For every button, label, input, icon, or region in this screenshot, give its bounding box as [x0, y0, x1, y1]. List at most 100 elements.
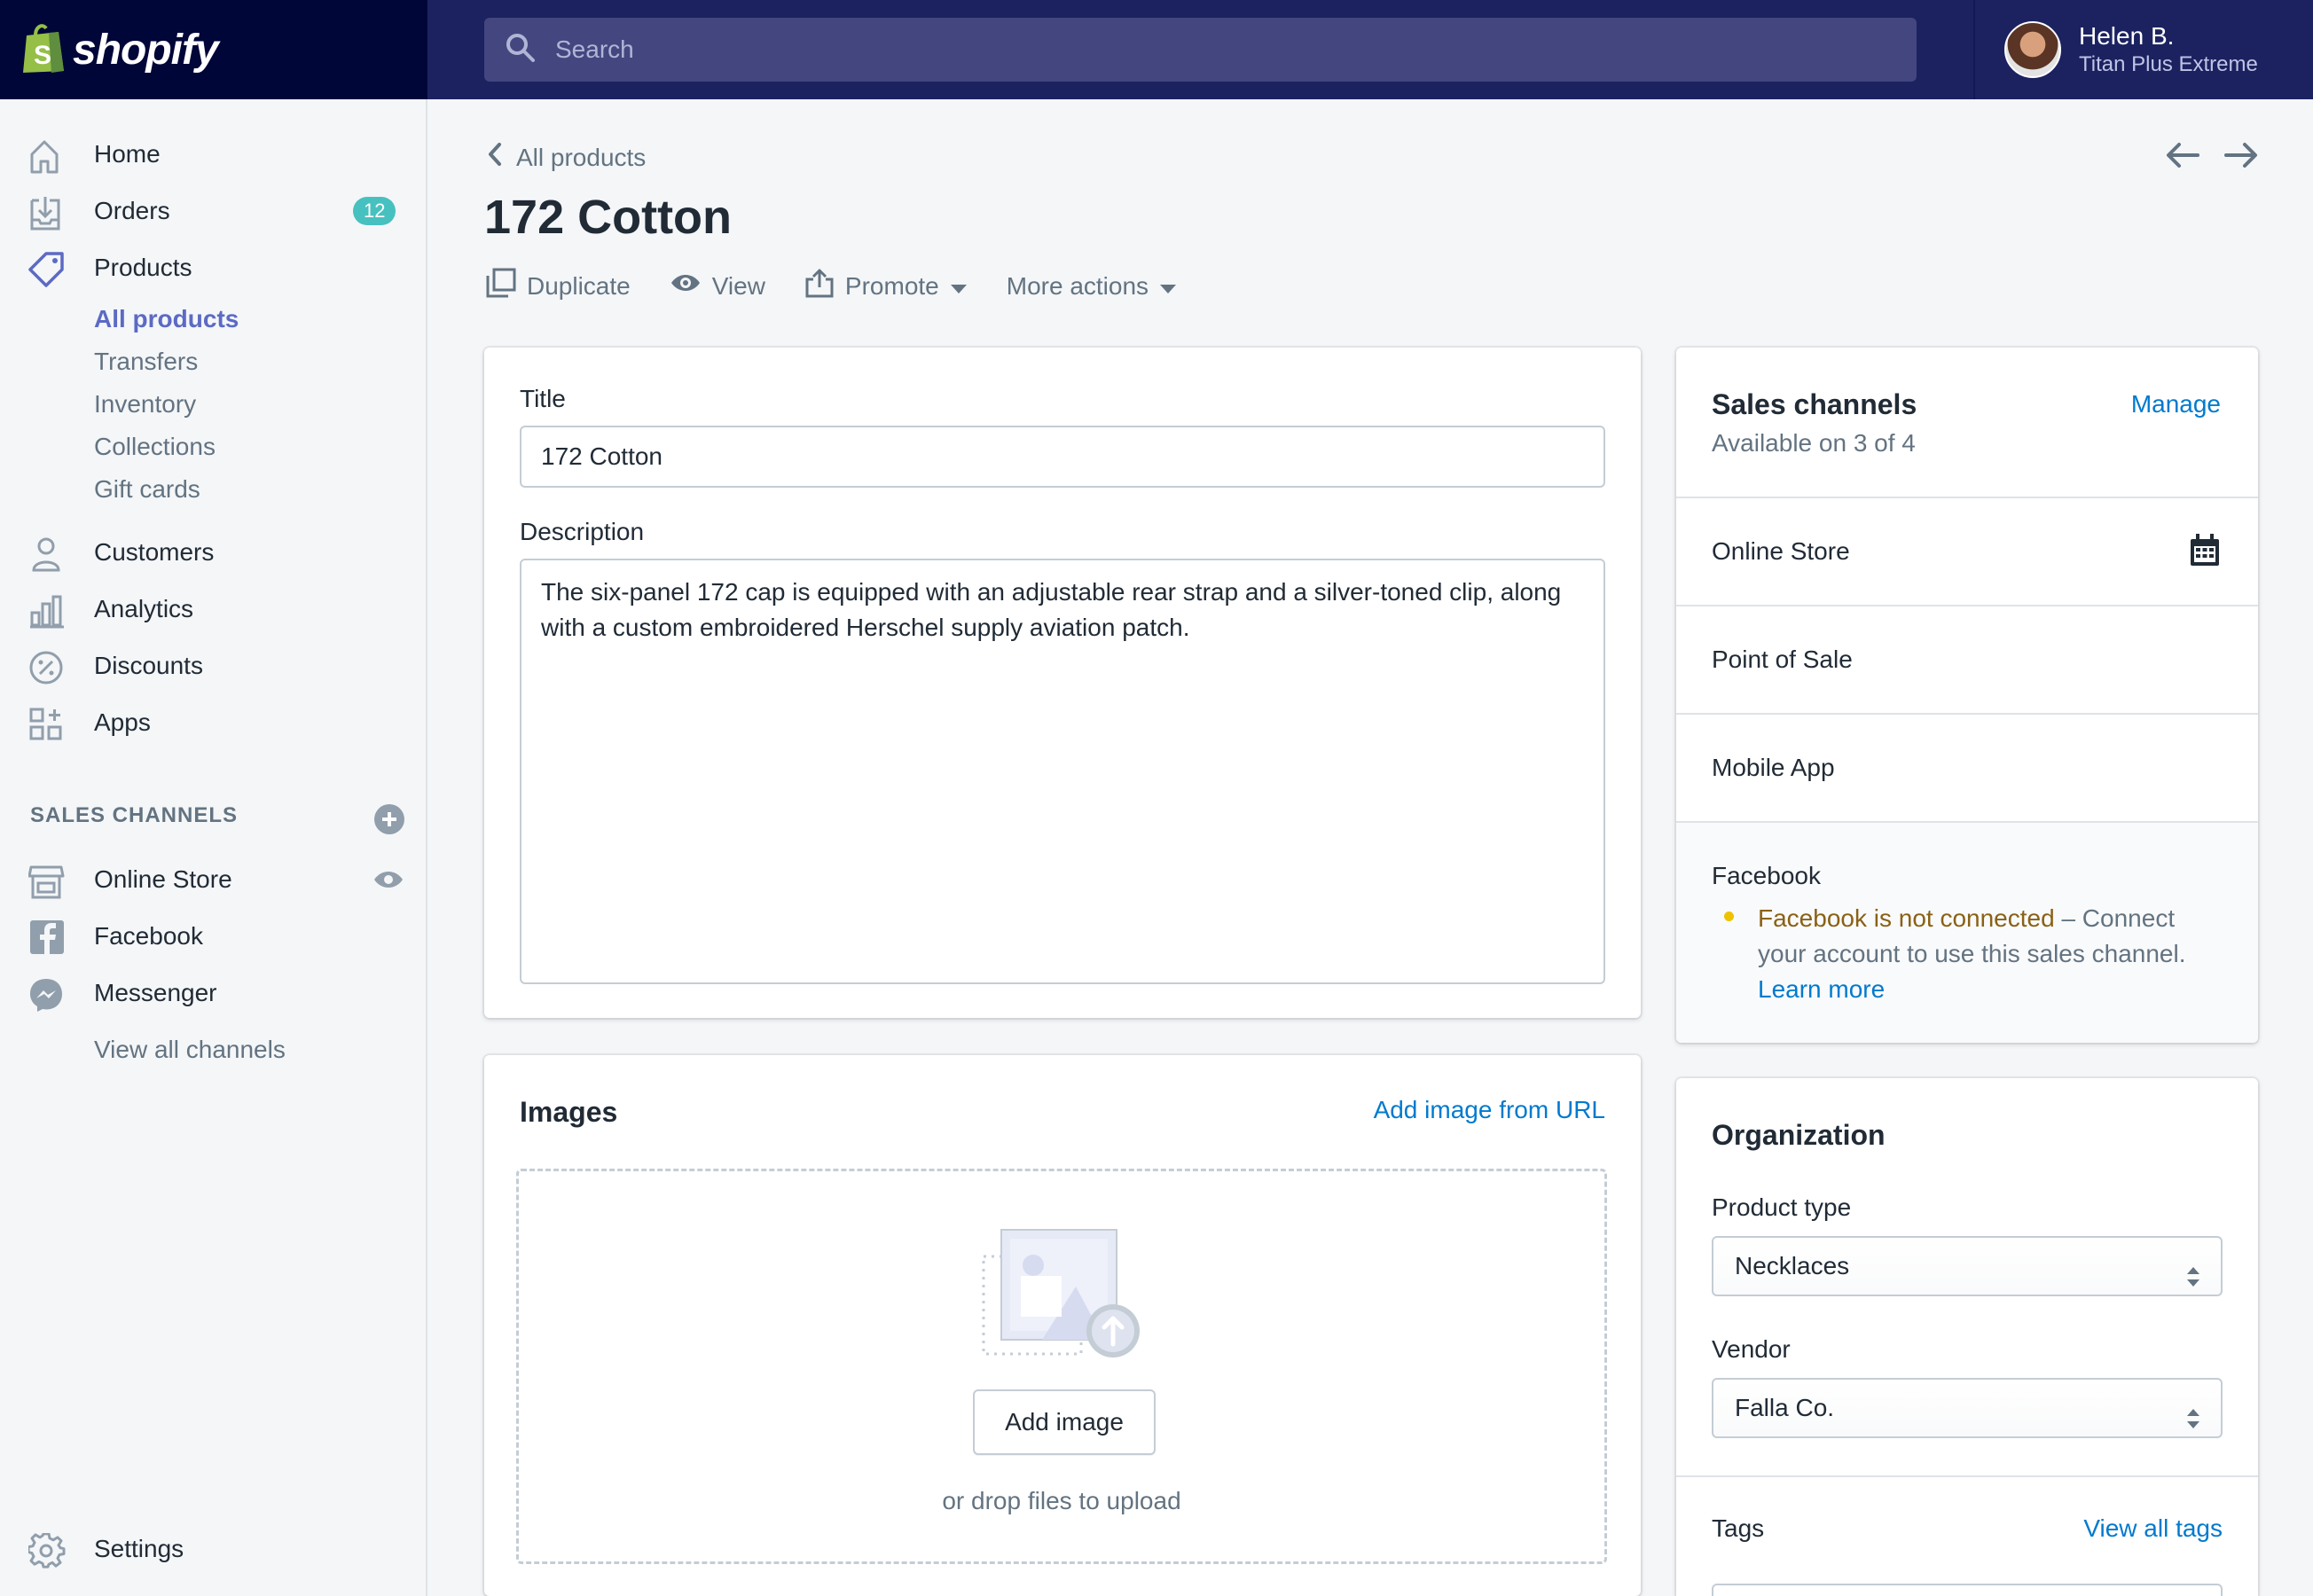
search-bar[interactable]	[484, 18, 1917, 82]
brand[interactable]: S shopify	[0, 0, 427, 99]
svg-text:S: S	[34, 41, 51, 70]
organization-divider	[1676, 1475, 2258, 1477]
page-actions: Duplicate View Promote More actions	[486, 268, 1177, 304]
view-all-channels-link[interactable]: View all channels	[94, 1036, 286, 1064]
next-product-arrow-icon[interactable]	[2224, 142, 2258, 173]
organization-title: Organization	[1712, 1119, 1886, 1151]
sidebar-item-label: Customers	[94, 538, 215, 566]
sidebar-subitem-transfers[interactable]: Transfers	[94, 348, 198, 376]
image-upload-illustration-icon	[980, 1224, 1149, 1371]
images-card: Images Add image from URL Add image or d…	[484, 1055, 1641, 1596]
sidebar-item-label: Orders	[94, 197, 170, 224]
learn-more-link[interactable]: Learn more	[1758, 975, 1885, 1003]
share-icon	[804, 268, 835, 304]
sidebar-item-label: Products	[94, 254, 192, 281]
image-dropzone[interactable]: Add image or drop files to upload	[516, 1169, 1607, 1564]
caret-down-icon	[1159, 272, 1177, 301]
sidebar-subitem-all-products[interactable]: All products	[94, 305, 239, 333]
home-icon	[28, 138, 67, 174]
sidebar-item-label: Messenger	[94, 979, 217, 1006]
breadcrumb[interactable]: All products	[486, 142, 646, 173]
sidebar-item-label: Discounts	[94, 652, 203, 679]
top-bar: S shopify Helen B. Titan Plus Extreme	[0, 0, 2313, 99]
sidebar-item-analytics[interactable]: Analytics	[0, 581, 426, 638]
description-textarea[interactable]: The six-panel 172 cap is equipped with a…	[520, 559, 1605, 984]
brand-name: shopify	[73, 26, 219, 74]
warning-dot-icon	[1724, 911, 1734, 921]
sidebar-item-settings[interactable]: Settings	[0, 1521, 426, 1577]
channel-row-facebook: Facebook Facebook is not connected – Con…	[1676, 821, 2258, 1043]
sidebar-item-orders[interactable]: Orders 12	[0, 183, 426, 239]
sidebar-item-home[interactable]: Home	[0, 126, 426, 183]
sidebar-item-discounts[interactable]: Discounts	[0, 638, 426, 694]
sidebar-subitem-collections[interactable]: Collections	[94, 433, 216, 461]
add-channel-icon[interactable]	[374, 804, 404, 834]
channel-row-point-of-sale: Point of Sale	[1676, 605, 2258, 713]
facebook-status: Facebook is not connected	[1758, 904, 2055, 932]
search-input[interactable]	[555, 35, 1886, 64]
breadcrumb-label: All products	[516, 143, 647, 171]
percent-icon	[28, 650, 67, 685]
view-button[interactable]: View	[670, 270, 765, 301]
channel-availability: Available on 3 of 4	[1712, 429, 1916, 457]
apps-icon	[28, 707, 67, 742]
view-label: View	[711, 271, 765, 300]
facebook-icon	[28, 920, 67, 956]
channel-label: Mobile App	[1712, 754, 1835, 781]
avatar	[2004, 21, 2061, 78]
sidebar-item-label: Analytics	[94, 595, 194, 622]
sidebar-item-label: Apps	[94, 708, 151, 736]
sidebar-item-label: Facebook	[94, 922, 203, 950]
store-name: Titan Plus Extreme	[2079, 52, 2258, 76]
previous-product-arrow-icon[interactable]	[2166, 142, 2199, 173]
product-type-select[interactable]: Necklaces	[1712, 1236, 2223, 1296]
drop-files-hint: or drop files to upload	[942, 1487, 1181, 1514]
sidebar-item-products[interactable]: Products	[0, 239, 426, 296]
sidebar-item-messenger[interactable]: Messenger	[0, 965, 426, 1021]
tags-input[interactable]	[1712, 1584, 2223, 1596]
sidebar-item-facebook[interactable]: Facebook	[0, 908, 426, 965]
images-title: Images	[520, 1096, 618, 1128]
channel-row-mobile-app: Mobile App	[1676, 713, 2258, 821]
facebook-message-connect: – Connect	[2054, 904, 2176, 932]
sidebar-item-apps[interactable]: Apps	[0, 694, 426, 751]
vendor-select[interactable]: Falla Co.	[1712, 1378, 2223, 1438]
messenger-icon	[28, 977, 67, 1013]
sidebar-item-label: Settings	[94, 1535, 184, 1562]
select-arrows-icon	[2185, 1254, 2201, 1310]
add-image-from-url-link[interactable]: Add image from URL	[1374, 1096, 1605, 1124]
sidebar-item-customers[interactable]: Customers	[0, 524, 426, 581]
promote-label: Promote	[844, 271, 939, 300]
sidebar-subitem-gift-cards[interactable]: Gift cards	[94, 475, 200, 504]
sidebar-item-online-store[interactable]: Online Store	[0, 851, 426, 908]
vendor-label: Vendor	[1712, 1335, 1791, 1363]
duplicate-label: Duplicate	[527, 271, 631, 300]
orders-count-badge: 12	[353, 197, 396, 225]
add-image-button[interactable]: Add image	[973, 1389, 1156, 1455]
eye-icon[interactable]	[372, 867, 404, 896]
tag-icon	[28, 252, 67, 287]
channel-label: Point of Sale	[1712, 645, 1853, 673]
product-type-label: Product type	[1712, 1193, 1852, 1221]
product-type-value: Necklaces	[1735, 1252, 1850, 1279]
product-details-card: Title Description The six-panel 172 cap …	[484, 348, 1641, 1018]
sales-channels-card: Sales channels Manage Available on 3 of …	[1676, 348, 2258, 1043]
title-label: Title	[520, 385, 566, 412]
calendar-icon[interactable]	[2189, 534, 2221, 572]
select-arrows-icon	[2185, 1396, 2201, 1452]
sidebar-item-label: Home	[94, 140, 161, 168]
description-label: Description	[520, 518, 645, 545]
channel-row-online-store: Online Store	[1676, 497, 2258, 605]
view-all-tags-link[interactable]: View all tags	[2083, 1514, 2223, 1543]
title-input[interactable]	[520, 426, 1605, 488]
sidebar-subitem-inventory[interactable]: Inventory	[94, 390, 196, 419]
facebook-status-message: Facebook is not connected – Connect your…	[1758, 901, 2237, 1007]
person-icon	[28, 536, 67, 572]
more-actions-button[interactable]: More actions	[1007, 272, 1177, 301]
duplicate-button[interactable]: Duplicate	[486, 268, 631, 304]
sidebar-item-label: Online Store	[94, 865, 232, 893]
orders-icon	[28, 195, 67, 231]
manage-channels-link[interactable]: Manage	[2131, 390, 2221, 419]
user-menu[interactable]: Helen B. Titan Plus Extreme	[1973, 0, 2313, 99]
promote-button[interactable]: Promote	[804, 268, 968, 304]
